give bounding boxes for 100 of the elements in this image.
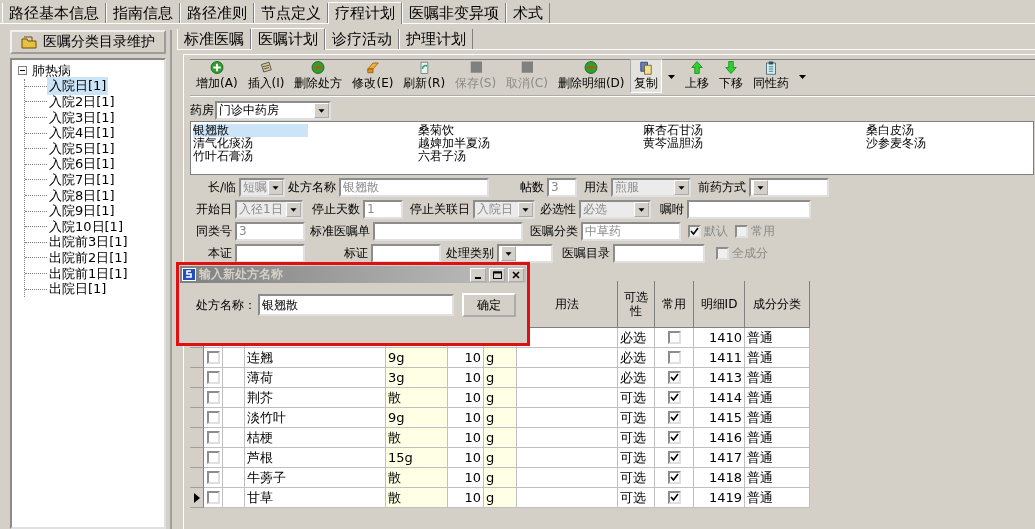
column-header[interactable]: 可选性 [618,281,655,328]
toolbar-button[interactable]: 下移 [715,59,748,93]
tab[interactable]: 诊疗活动 [325,29,399,49]
field-label: 医嘱分类 [530,223,578,240]
close-button[interactable] [508,267,524,282]
toolbar-button[interactable]: 删除处方 [290,59,347,93]
checkbox[interactable] [667,491,681,504]
checkbox[interactable] [667,471,681,484]
minimize-button[interactable] [470,267,486,282]
tab[interactable]: 医嘱计划 [251,28,325,50]
toolbar-button[interactable]: 刷新(R) [399,59,450,93]
toolbar-button[interactable]: 同性药 [749,59,794,93]
table-cell: 普通 [745,328,810,348]
checkbox[interactable] [206,351,220,364]
checkbox[interactable] [667,391,681,404]
ok-button[interactable]: 确定 [462,293,516,317]
caret-icon[interactable] [668,74,676,79]
table-cell: 连翘 [245,348,386,368]
list-item[interactable]: 清气化痰汤 [193,137,253,150]
caret-icon[interactable] [799,74,807,79]
table-cell: 10 [448,348,484,368]
table-cell: g [484,448,517,468]
checkbox[interactable] [667,371,681,384]
table-cell: 9g [386,408,448,428]
table-cell: 10 [448,448,484,468]
folder-icon [21,35,37,49]
table-cell: 10 [448,388,484,408]
table-cell: 1415 [694,408,745,428]
tree-item[interactable]: 入院日[1] [47,77,109,96]
table-cell: 散 [386,468,448,488]
table-cell: 9g [386,348,448,368]
collapse-icon[interactable] [18,66,27,76]
checkbox[interactable] [667,331,681,344]
list-item[interactable]: 竹叶石膏汤 [193,150,253,163]
tree-item[interactable]: 入院8日[1] [47,186,117,205]
table-cell: 淡竹叶 [245,408,386,428]
checkbox[interactable] [206,491,220,504]
checkbox[interactable] [667,451,681,464]
tree-item[interactable]: 出院前1日[1] [47,264,130,283]
checkbox[interactable] [206,471,220,484]
list-item[interactable]: 六君子汤 [418,150,466,163]
tree-item[interactable]: 入院3日[1] [47,108,117,127]
tab[interactable]: 指南信息 [106,3,180,23]
maximize-button[interactable] [489,267,505,282]
toolbar-button[interactable]: 修改(E) [348,59,398,93]
input-field[interactable] [687,200,811,219]
tree-item[interactable]: 入院2日[1] [47,93,117,111]
table-cell: 可选 [618,448,655,468]
checkbox[interactable] [206,451,220,464]
toolbar-button[interactable]: 复制 [630,59,663,93]
checkbox[interactable] [667,411,681,424]
table-cell: 必选 [618,328,655,348]
list-item[interactable]: 桑白皮汤 [866,124,914,137]
input-field[interactable] [613,244,705,263]
column-header[interactable]: 成分分类 [745,281,810,328]
tab[interactable]: 护理计划 [399,29,473,49]
input-field[interactable]: 银翘散 [258,294,454,316]
table-cell: 1417 [694,448,745,468]
list-item[interactable]: 银翘散 [193,124,308,137]
tab[interactable]: 术式 [506,3,550,23]
table-cell: 普通 [745,388,810,408]
checkbox[interactable] [206,391,220,404]
tab[interactable]: 医嘱非变异项 [402,3,506,23]
field-label: 长/临 [208,179,237,196]
field-label: 用法 [584,179,609,196]
tab[interactable]: 路径准则 [180,3,254,23]
list-item[interactable]: 黄芩温胆汤 [643,137,703,150]
tab[interactable]: 标准医嘱 [177,29,251,49]
checkbox-label: 默认 [704,223,728,240]
dropdown-field[interactable] [749,178,830,197]
toolbar-button[interactable]: 增加(A) [192,59,242,93]
checkbox[interactable] [667,431,681,444]
table-cell: 牛蒡子 [245,468,386,488]
tree-item[interactable]: 肺热病 [30,61,73,80]
list-item[interactable]: 桑菊饮 [418,124,454,137]
tab[interactable]: 疗程计划 [328,2,402,24]
list-item[interactable]: 麻杏石甘汤 [643,124,703,137]
checkbox[interactable] [206,371,220,384]
toolbar-button[interactable]: 上移 [681,59,714,93]
catalog-button[interactable]: 医嘱分类目录维护 [10,30,166,54]
dropdown-field[interactable]: 门诊中药房 [215,100,331,120]
checkbox[interactable] [206,411,220,424]
column-header[interactable]: 常用 [655,281,694,328]
field-label: 前药方式 [698,179,747,196]
toolbar-button[interactable]: 插入(I) [243,59,289,93]
tree-item[interactable]: 出院日[1] [47,280,109,299]
input-field[interactable] [373,222,523,241]
dropdown-field[interactable] [497,244,553,263]
table-cell: g [484,348,517,368]
checkbox[interactable] [206,431,220,444]
list-item[interactable]: 越婢加半夏汤 [418,137,490,150]
table-cell: g [484,408,517,428]
field-label: 处方名称 [288,179,337,196]
tab[interactable]: 节点定义 [254,3,328,23]
checkbox[interactable] [667,351,681,364]
list-item[interactable]: 沙参麦冬汤 [866,137,926,150]
tab[interactable]: 路径基本信息 [2,3,106,23]
column-header[interactable]: 明细ID [694,281,745,328]
toolbar-button[interactable]: 删除明细(D) [553,59,629,93]
table-cell: g [484,468,517,488]
